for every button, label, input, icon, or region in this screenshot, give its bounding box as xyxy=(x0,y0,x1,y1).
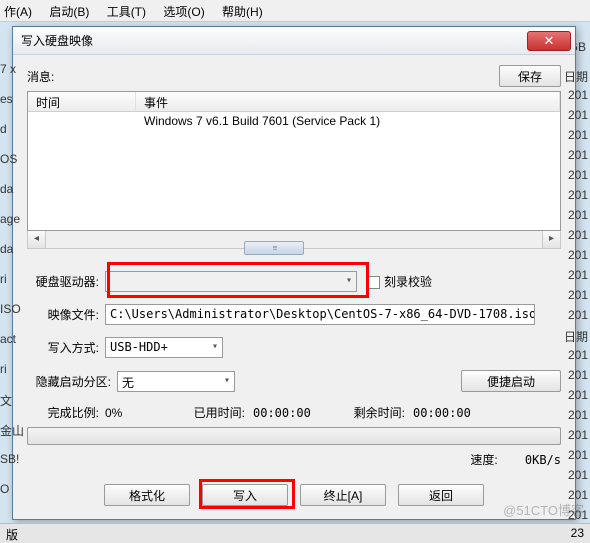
menu-item[interactable]: 选项(O) xyxy=(163,5,204,19)
bg-text: 201 xyxy=(568,208,588,222)
col-event[interactable]: 事件 xyxy=(136,92,560,111)
bg-text: d xyxy=(0,122,7,136)
close-button[interactable]: ✕ xyxy=(527,31,571,51)
menu-item[interactable]: 帮助(H) xyxy=(222,5,263,19)
stop-button[interactable]: 终止[A] xyxy=(300,484,386,506)
speed-label: 速度: xyxy=(470,453,497,467)
scroll-left-icon[interactable]: ◂ xyxy=(28,231,46,248)
bg-text: 201 xyxy=(568,428,588,442)
message-label: 消息: xyxy=(27,68,499,85)
bg-text: ri xyxy=(0,362,7,376)
bg-text: ISO xyxy=(0,302,21,316)
bg-text: act xyxy=(0,332,16,346)
elapsed-label: 已用时间: xyxy=(175,404,245,421)
bg-text: 201 xyxy=(568,108,588,122)
bg-text: 201 xyxy=(568,168,588,182)
menubar: 作(A) 启动(B) 工具(T) 选项(O) 帮助(H) xyxy=(0,0,590,22)
bg-text: 201 xyxy=(568,388,588,402)
image-path-field[interactable]: C:\Users\Administrator\Desktop\CentOS-7-… xyxy=(105,304,535,325)
bg-text: da xyxy=(0,182,13,196)
bg-text: 201 xyxy=(568,468,588,482)
drive-label: 硬盘驱动器: xyxy=(27,273,105,290)
cell-time xyxy=(28,112,136,130)
back-button[interactable]: 返回 xyxy=(398,484,484,506)
drive-combo[interactable] xyxy=(105,271,357,292)
bg-text: 201 xyxy=(568,148,588,162)
save-button[interactable]: 保存 xyxy=(499,65,561,87)
bg-text: ri xyxy=(0,272,7,286)
remain-value: 00:00:00 xyxy=(405,406,471,420)
bg-text: es xyxy=(0,92,13,106)
bg-text: SB! xyxy=(0,452,19,466)
write-mode-combo[interactable]: USB-HDD+ xyxy=(105,337,223,358)
bg-text: 金山 xyxy=(0,422,24,439)
write-mode-label: 写入方式: xyxy=(27,339,105,356)
bg-text: O xyxy=(0,482,9,496)
scroll-thumb[interactable] xyxy=(244,241,304,255)
message-list[interactable]: 时间 事件 Windows 7 v6.1 Build 7601 (Service… xyxy=(27,91,561,231)
bg-text: 201 xyxy=(568,368,588,382)
bg-text: 7 x xyxy=(0,62,16,76)
bg-text: 201 xyxy=(568,88,588,102)
remain-label: 剩余时间: xyxy=(325,404,405,421)
horizontal-scrollbar[interactable]: ◂ ▸ xyxy=(27,231,561,249)
image-label: 映像文件: xyxy=(27,306,105,323)
bg-text: 201 xyxy=(568,228,588,242)
bg-text: OS xyxy=(0,152,17,166)
status-right: 23 xyxy=(571,526,584,541)
write-button[interactable]: 写入 xyxy=(202,484,288,506)
verify-label: 刻录校验 xyxy=(384,275,432,289)
col-time[interactable]: 时间 xyxy=(28,92,136,111)
done-value: 0% xyxy=(105,406,175,420)
bg-text: 201 xyxy=(568,408,588,422)
dialog-title: 写入硬盘映像 xyxy=(21,32,527,49)
bg-text: 201 xyxy=(568,348,588,362)
bg-text: 日期 xyxy=(564,328,588,345)
bg-text: 201 xyxy=(568,248,588,262)
done-label: 完成比例: xyxy=(27,404,105,421)
watermark: @51CTO博客 xyxy=(503,500,584,519)
titlebar[interactable]: 写入硬盘映像 ✕ xyxy=(13,27,575,55)
bg-text: 201 xyxy=(568,308,588,322)
bg-text: da xyxy=(0,242,13,256)
progress-bar xyxy=(27,427,561,445)
bg-text: 日期 xyxy=(564,68,588,85)
bg-text: 201 xyxy=(568,448,588,462)
menu-item[interactable]: 启动(B) xyxy=(49,5,89,19)
hide-boot-combo[interactable]: 无 xyxy=(117,371,235,392)
hide-boot-label: 隐藏启动分区: xyxy=(27,373,117,390)
bg-text: 201 xyxy=(568,128,588,142)
fast-boot-button[interactable]: 便捷启动 xyxy=(461,370,561,392)
bg-text: 201 xyxy=(568,288,588,302)
list-header: 时间 事件 xyxy=(28,92,560,112)
status-left: 版 xyxy=(6,526,18,541)
bg-text: 文 xyxy=(0,392,12,409)
bg-text: age xyxy=(0,212,20,226)
format-button[interactable]: 格式化 xyxy=(104,484,190,506)
list-row[interactable]: Windows 7 v6.1 Build 7601 (Service Pack … xyxy=(28,112,560,130)
menu-item[interactable]: 作(A) xyxy=(4,5,32,19)
verify-checkbox-wrap[interactable]: 刻录校验 xyxy=(367,273,432,290)
bg-text: 201 xyxy=(568,188,588,202)
speed-value: 0KB/s xyxy=(501,453,561,467)
menu-item[interactable]: 工具(T) xyxy=(107,5,146,19)
statusbar: 版 23 xyxy=(0,523,590,543)
write-disk-image-dialog: 写入硬盘映像 ✕ 消息: 保存 时间 事件 Windows 7 v6.1 Bui… xyxy=(12,26,576,520)
cell-event: Windows 7 v6.1 Build 7601 (Service Pack … xyxy=(136,112,560,130)
bg-text: 201 xyxy=(568,268,588,282)
elapsed-value: 00:00:00 xyxy=(245,406,325,420)
scroll-right-icon[interactable]: ▸ xyxy=(542,231,560,248)
verify-checkbox[interactable] xyxy=(367,276,380,289)
